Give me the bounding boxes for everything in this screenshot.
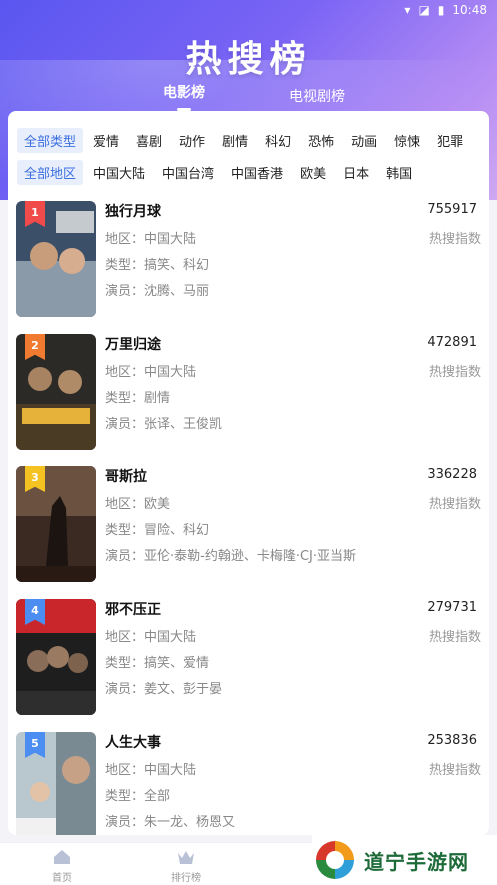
hot-count: 336228 <box>427 467 477 482</box>
movie-region: 地区：中国大陆 <box>105 365 197 380</box>
filter-type-animation[interactable]: 动画 <box>344 128 384 153</box>
movie-genre: 类型：冒险、科幻 <box>105 523 210 538</box>
hot-index-label: 热搜指数 <box>428 630 481 645</box>
watermark-text: 道宁手游网 <box>364 849 469 874</box>
filter-type-romance[interactable]: 爱情 <box>86 128 126 153</box>
movie-region: 地区：中国大陆 <box>105 763 197 778</box>
nav-label: 排行榜 <box>171 873 201 884</box>
movie-title: 万里归途 <box>105 337 161 353</box>
filter-region-japan[interactable]: 日本 <box>336 160 376 185</box>
movie-genre: 类型：搞笑、科幻 <box>105 258 210 273</box>
movie-region: 地区：中国大陆 <box>105 630 197 645</box>
hot-index-label: 热搜指数 <box>428 497 481 512</box>
hot-count: 472891 <box>427 335 477 350</box>
filter-type-drama[interactable]: 剧情 <box>215 128 255 153</box>
movie-genre: 类型：全部 <box>105 789 171 804</box>
filter-region-all[interactable]: 全部地区 <box>17 159 84 185</box>
hot-count: 755917 <box>427 202 477 217</box>
movie-cast: 演员：张译、王俊凯 <box>105 417 223 432</box>
movie-title: 人生大事 <box>105 735 161 751</box>
watermark-logo-icon <box>314 839 356 881</box>
filter-region-western[interactable]: 欧美 <box>293 160 333 185</box>
filter-type-horror[interactable]: 恐怖 <box>301 128 341 153</box>
nav-home[interactable]: 首页 <box>32 849 92 884</box>
movie-cast: 演员：姜文、彭于晏 <box>105 682 223 697</box>
watermark: 道宁手游网 <box>312 835 497 885</box>
movie-genre: 类型：剧情 <box>105 391 171 406</box>
movie-title: 哥斯拉 <box>105 469 147 485</box>
status-time: 10:48 <box>452 3 487 17</box>
nav-ranking[interactable]: 排行榜 <box>156 849 216 884</box>
filter-type-scifi[interactable]: 科幻 <box>258 128 298 153</box>
movie-item[interactable]: 2 万里归途 472891 地区：中国大陆 热搜指数 类型：剧情 演员：张译、王… <box>16 334 481 452</box>
tab-label: 电影榜 <box>163 85 205 101</box>
filter-region-taiwan[interactable]: 中国台湾 <box>155 160 221 185</box>
region-filter-row: 全部地区 中国大陆 中国台湾 中国香港 欧美 日本 韩国 <box>17 159 422 185</box>
movie-item[interactable]: 5 人生大事 253836 地区：中国大陆 热搜指数 类型：全部 演员：朱一龙、… <box>16 732 481 835</box>
type-filter-row: 全部类型 爱情 喜剧 动作 剧情 科幻 恐怖 动画 惊悚 犯罪 <box>17 127 473 153</box>
signal-icon: ◪ <box>418 3 430 17</box>
movie-item[interactable]: 3 哥斯拉 336228 地区：欧美 热搜指数 类型：冒险、科幻 演员：亚伦·泰… <box>16 466 481 584</box>
home-icon <box>54 850 70 864</box>
crown-icon <box>178 851 194 864</box>
tab-movie-ranking[interactable]: 电影榜 <box>163 82 205 111</box>
filter-type-action[interactable]: 动作 <box>172 128 212 153</box>
movie-title: 独行月球 <box>105 204 161 220</box>
ranking-card: 全部类型 爱情 喜剧 动作 剧情 科幻 恐怖 动画 惊悚 犯罪 全部地区 中国大… <box>8 111 489 835</box>
hot-count: 253836 <box>427 733 477 748</box>
wifi-icon: ▾ <box>404 3 411 17</box>
hot-index-label: 热搜指数 <box>428 365 481 380</box>
status-bar: ▾ ◪ ▮ 10:48 <box>0 0 497 20</box>
movie-item[interactable]: 4 邪不压正 279731 地区：中国大陆 热搜指数 类型：搞笑、爱情 演员：姜… <box>16 599 481 717</box>
movie-region: 地区：欧美 <box>105 497 171 512</box>
movie-item[interactable]: 1 独行月球 755917 地区：中国大陆 热搜指数 类型：搞笑、科幻 演员：沈… <box>16 201 481 319</box>
hot-count: 279731 <box>427 600 477 615</box>
tab-tv-ranking[interactable]: 电视剧榜 <box>289 86 345 106</box>
filter-region-hongkong[interactable]: 中国香港 <box>224 160 290 185</box>
battery-icon: ▮ <box>437 3 445 17</box>
filter-type-all[interactable]: 全部类型 <box>17 127 84 153</box>
movie-region: 地区：中国大陆 <box>105 232 197 247</box>
movie-genre: 类型：搞笑、爱情 <box>105 656 210 671</box>
filter-type-crime[interactable]: 犯罪 <box>430 128 470 153</box>
filter-region-mainland[interactable]: 中国大陆 <box>86 160 152 185</box>
page-title: 热搜榜 <box>185 39 312 80</box>
filter-region-korea[interactable]: 韩国 <box>379 160 419 185</box>
filter-type-thriller[interactable]: 惊悚 <box>387 128 427 153</box>
filter-type-comedy[interactable]: 喜剧 <box>129 128 169 153</box>
movie-cast: 演员：亚伦·泰勒-约翰逊、卡梅隆·CJ·亚当斯 <box>105 549 357 564</box>
movie-cast: 演员：沈腾、马丽 <box>105 284 210 299</box>
nav-label: 首页 <box>52 873 72 884</box>
hot-index-label: 热搜指数 <box>428 232 481 247</box>
ranking-tabs: 电影榜 电视剧榜 <box>0 82 497 112</box>
tab-label: 电视剧榜 <box>289 89 345 105</box>
movie-cast: 演员：朱一龙、杨恩又 <box>105 815 236 830</box>
hot-index-label: 热搜指数 <box>428 763 481 778</box>
movie-title: 邪不压正 <box>105 602 161 618</box>
